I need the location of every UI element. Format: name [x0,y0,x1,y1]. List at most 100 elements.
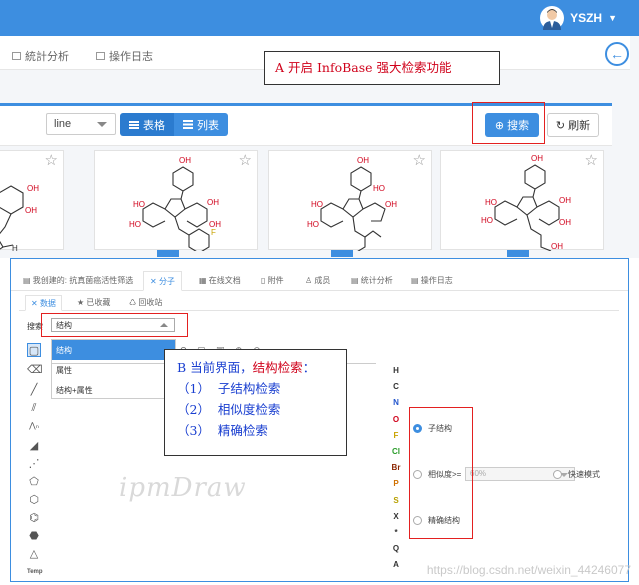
log-icon: ▤ [411,276,421,285]
view-select[interactable]: line [46,113,116,135]
svg-text:OH: OH [559,218,571,227]
favorite-star-icon[interactable]: ☆ [585,151,598,169]
subtab-favorites[interactable]: ★ 已收藏 [77,297,110,308]
callout-b-item-num: （3） [177,423,210,438]
element-cl[interactable]: Cl [389,444,403,460]
single-bond-icon[interactable]: ╱ [27,383,41,397]
table-view-button[interactable]: 表格 [120,113,174,136]
molecule-card[interactable]: OH HO HO HO OH ☆ [268,150,432,257]
svg-text:HO: HO [311,200,323,209]
molecule-card[interactable]: OH HO HO OH OH F ☆ [94,150,258,257]
favorite-star-icon[interactable]: ☆ [45,151,58,169]
refresh-button-label: 刷新 [568,120,591,132]
subtab-recycle[interactable]: ♺ 回收站 [129,297,162,308]
refresh-button[interactable]: ↻ 刷新 [547,113,599,137]
username: YSZH [570,11,603,25]
callout-b-item-num: （1） [177,381,210,396]
svg-text:H: H [12,244,18,251]
tab-attachment-label: 附件 [267,276,284,285]
project-tabbar: ▤ 我创建的: 抗真菌癌活性筛选 ✕ 分子 ▦ 在线文档 ▯ 附件 ♙ 成员 ▤… [11,271,628,291]
hexagon-ring-icon[interactable]: ⬡ [27,493,41,507]
tab-statistics[interactable]: ▤ 统计分析 [351,275,393,286]
callout-b-item-text: 子结构检索 [217,381,281,396]
text-tool[interactable]: T [30,581,38,582]
card-action-bar [331,250,353,257]
hash-bond-icon[interactable]: ⋰ [27,457,41,471]
radio-unchecked-icon [553,470,562,479]
heptagon-ring-icon[interactable]: ⬣ [27,529,41,543]
callout-b-item: （1） 子结构检索 [177,378,346,399]
subtab-data[interactable]: ✕ 数据 [25,295,62,311]
user-menu[interactable]: YSZH ▼ [540,6,617,30]
highlight-box-search-modes [409,407,473,539]
chevron-down-icon: ▼ [608,13,617,23]
chain-tool-icon[interactable]: ⋀ₙ [27,419,41,433]
option-fast-mode[interactable]: 快速模式 [553,469,600,480]
tab-online-doc-label: 在线文档 [208,276,241,285]
molecule-card[interactable]: OH OH H ☆ [0,150,64,251]
svg-text:F: F [211,228,216,237]
molecule-card[interactable]: OH HO HO OH OH OH ☆ [440,150,604,257]
svg-text:HO: HO [307,220,319,229]
tab-project-label: 我创建的: 抗真菌癌活性筛选 [32,276,134,285]
double-bond-icon[interactable]: ⫽ [27,401,41,415]
eraser-tool-icon[interactable]: ⌫ [27,363,43,377]
favorite-star-icon[interactable]: ☆ [239,151,252,169]
element-x[interactable]: X [389,509,403,525]
subtab-recycle-label: 回收站 [138,298,163,307]
tab-online-doc[interactable]: ▦ 在线文档 [199,275,241,286]
callout-b-title-prefix: B 当前界面， [177,360,253,375]
table-view-label: 表格 [143,119,165,132]
svg-text:OH: OH [179,156,191,165]
element-f[interactable]: F [389,428,403,444]
callout-b-item-text: 精确检索 [217,423,268,438]
tab-oplog[interactable]: 操作日志 [96,48,153,64]
wedge-bond-icon[interactable]: ◢ [27,439,41,453]
select-tool-icon[interactable]: ▢ [27,343,41,357]
svg-text:HO: HO [133,200,145,209]
table-icon [129,120,139,129]
callout-b-title: B 当前界面，结构检索： [177,357,346,378]
subtab-favorites-label: 已收藏 [86,298,111,307]
callout-b-item: （3） 精确检索 [177,420,346,441]
tab-oplog[interactable]: ▤ 操作日志 [411,275,453,286]
callout-b-item-text: 相似度检索 [217,402,281,417]
dropdown-item-structure[interactable]: 结构 [52,340,175,360]
element-p[interactable]: P [389,476,403,492]
tab-project[interactable]: ▤ 我创建的: 抗真菌癌活性筛选 [23,275,133,286]
option-fast-mode-label: 快速模式 [568,470,600,479]
element-any[interactable]: * [389,525,403,541]
view-select-value: line [54,118,72,130]
element-h[interactable]: H [389,363,403,379]
back-arrow-icon[interactable]: ← [605,42,629,66]
element-o[interactable]: O [389,412,403,428]
triangle-ring-icon[interactable]: △ [27,547,41,561]
tab-statistics-label: 统计分析 [360,276,393,285]
tab-members[interactable]: ♙ 成员 [305,275,330,286]
element-br[interactable]: Br [389,460,403,476]
element-palette: H C N O F Cl Br P S X * Q A [389,363,403,573]
drawing-toolbar: ▢ ⌫ ╱ ⫽ ⋀ₙ ◢ ⋰ ⬠ ⬡ ⌬ ⬣ △ Temp [25,343,45,579]
element-a[interactable]: A [389,557,403,573]
svg-text:OH: OH [27,184,39,193]
molecule-structure: OH HOHO OHOH F [129,156,221,251]
svg-text:OH: OH [551,242,563,251]
tab-molecule[interactable]: ✕ 分子 [143,271,182,291]
highlight-box-search [472,102,545,144]
element-s[interactable]: S [389,493,403,509]
element-q[interactable]: Q [389,541,403,557]
favorite-star-icon[interactable]: ☆ [413,151,426,169]
list-view-button[interactable]: 列表 [174,113,228,136]
tab-statistics[interactable]: 統計分析 [12,48,69,64]
element-n[interactable]: N [389,395,403,411]
tab-attachment[interactable]: ▯ 附件 [261,275,284,286]
user-icon: ♙ [305,276,315,285]
template-tool[interactable]: Temp [27,565,43,579]
molecule-structure: OH HOHO HOOH [307,156,397,251]
star-icon: ★ [77,298,87,307]
benzene-ring-icon[interactable]: ⌬ [27,511,41,525]
avatar-icon [540,6,565,30]
pentagon-ring-icon[interactable]: ⬠ [27,475,41,489]
element-c[interactable]: C [389,379,403,395]
svg-text:OH: OH [25,206,37,215]
